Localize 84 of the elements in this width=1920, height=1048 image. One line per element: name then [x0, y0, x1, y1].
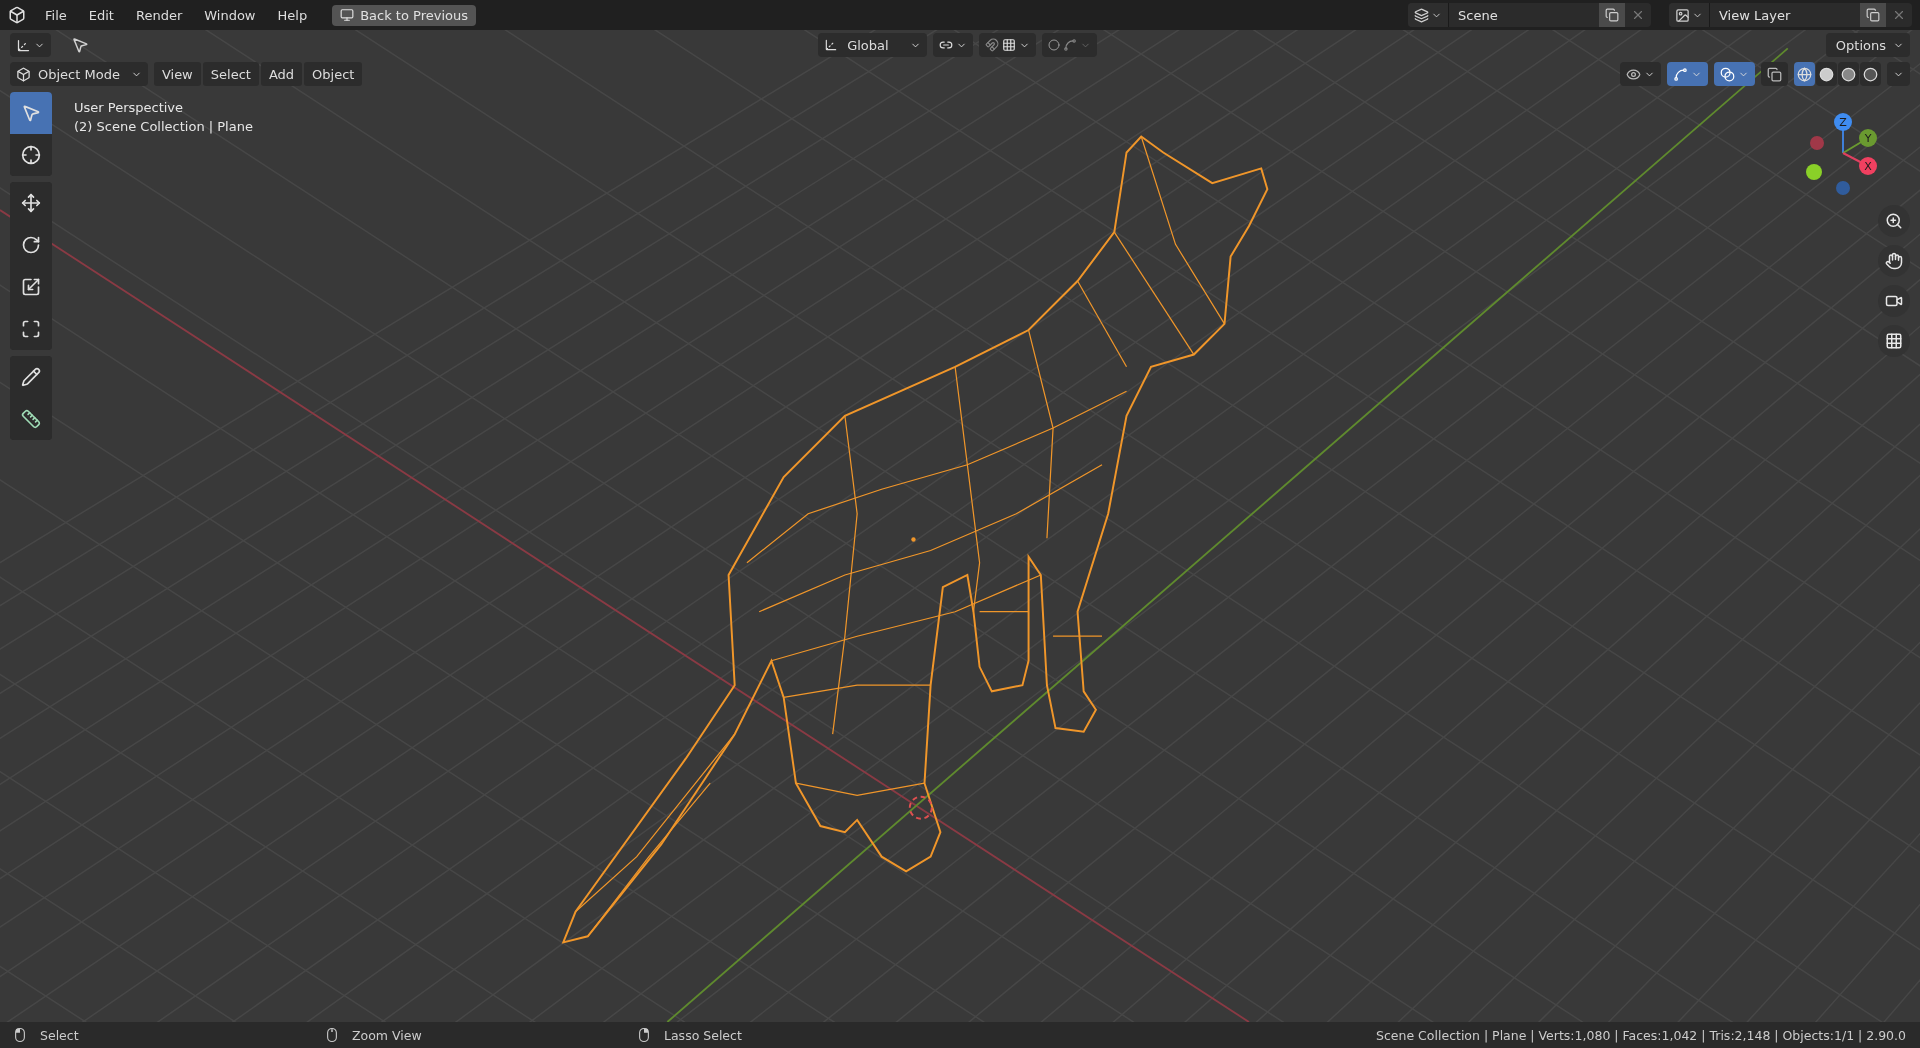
pan-button[interactable]: [1878, 245, 1910, 277]
transform-icon: [21, 319, 41, 339]
menu-item[interactable]: File: [36, 3, 76, 27]
hand-icon: [1885, 252, 1903, 270]
circle-icon: [1047, 39, 1060, 51]
magnet-icon: [984, 38, 999, 52]
menu-item[interactable]: Help: [268, 3, 317, 27]
sphere-icon: [1863, 66, 1878, 82]
image-icon[interactable]: [1675, 7, 1690, 23]
status-hint: Lasso Select: [664, 1027, 743, 1043]
mode-dropdown[interactable]: Object Mode: [10, 62, 148, 86]
axis-ball[interactable]: Z: [1834, 113, 1852, 131]
wireframe-shading-button[interactable]: [1794, 62, 1815, 86]
move-icon: [21, 193, 41, 213]
monitor-icon: [340, 8, 355, 22]
app-logo-icon[interactable]: [8, 6, 26, 24]
scene-name[interactable]: Scene: [1449, 7, 1599, 23]
header-menu-item[interactable]: Select: [202, 62, 259, 86]
scale-icon: [21, 277, 41, 297]
camera-button[interactable]: [1878, 285, 1910, 317]
status-hint: Select: [40, 1027, 80, 1043]
sphere-icon: [1819, 66, 1834, 82]
right-mouse-button-icon: [638, 1027, 650, 1043]
editor-type-button[interactable]: [10, 33, 51, 57]
visibility-toggle[interactable]: [1620, 62, 1661, 86]
viewport-info-text: User Perspective: [74, 100, 185, 115]
select-tool-icon: [21, 103, 41, 123]
grid-button[interactable]: [1878, 325, 1910, 357]
header-menu-item[interactable]: Add: [260, 62, 303, 86]
menu-item[interactable]: Edit: [79, 3, 123, 27]
header-menu-item[interactable]: View: [153, 62, 201, 86]
3d-cursor-icon[interactable]: [908, 795, 933, 820]
header-menu-item[interactable]: Object: [304, 62, 363, 86]
pencil-icon: [21, 367, 41, 387]
curve-icon: [1673, 66, 1688, 82]
sphere-icon: [1841, 66, 1856, 82]
close-icon[interactable]: [1631, 8, 1645, 22]
middle-mouse-button-icon: [326, 1027, 338, 1043]
curve-icon: [1062, 38, 1077, 52]
zoom-button[interactable]: [1878, 205, 1910, 237]
options-dropdown[interactable]: Options: [1825, 33, 1910, 57]
layers-icon[interactable]: [1414, 7, 1429, 23]
zoom-icon: [1885, 212, 1903, 230]
cube-icon: [16, 66, 31, 82]
xray-toggle[interactable]: [1761, 62, 1788, 86]
view-layer-name[interactable]: View Layer: [1710, 7, 1860, 23]
overlays-toggle[interactable]: [1714, 62, 1755, 86]
overlapping-circles-icon: [1720, 66, 1735, 82]
scene-statistics: Scene Collection | Plane | Verts:1,080 | Faces:1,042 | Tris:2,148 | Objects:1/1 | 2.90.0: [1376, 1027, 1906, 1043]
grid-icon: [1885, 332, 1903, 350]
select-tool-icon[interactable]: [71, 36, 89, 54]
crosshair-icon: [21, 145, 41, 165]
ruler-icon: [21, 409, 41, 429]
origin-dot: [911, 537, 916, 542]
squares-icon: [1767, 66, 1782, 82]
axis-ball[interactable]: [1806, 164, 1822, 180]
gizmos-toggle[interactable]: [1667, 62, 1708, 86]
axis-ball[interactable]: X: [1859, 157, 1877, 175]
axes-icon: [16, 37, 31, 53]
left-mouse-button-icon: [14, 1027, 26, 1043]
snap-toggle[interactable]: [978, 33, 1036, 57]
globe-icon: [1797, 66, 1812, 82]
viewport-info-text: (2) Scene Collection | Plane: [74, 119, 253, 134]
orientation-dropdown[interactable]: Global: [818, 33, 927, 57]
pivot-dropdown[interactable]: [932, 33, 973, 57]
link-icon: [938, 38, 953, 52]
menu-item[interactable]: Window: [195, 3, 265, 27]
close-icon[interactable]: [1892, 8, 1906, 22]
axis-ball[interactable]: Y: [1859, 129, 1877, 147]
axes-icon: [824, 38, 839, 52]
solid-shading-button[interactable]: [1816, 62, 1837, 86]
view-layer-selector[interactable]: View Layer: [1669, 3, 1912, 27]
eye-icon: [1626, 66, 1641, 82]
rotate-icon: [21, 235, 41, 255]
scene-selector[interactable]: Scene: [1408, 3, 1651, 27]
proportional-edit-toggle[interactable]: [1041, 33, 1097, 57]
duplicate-icon[interactable]: [1866, 8, 1880, 22]
material-shading-button[interactable]: [1838, 62, 1859, 86]
back-to-previous-button[interactable]: Back to Previous: [332, 4, 476, 26]
duplicate-icon[interactable]: [1605, 8, 1619, 22]
grid-icon: [1001, 38, 1016, 52]
menu-item[interactable]: Render: [126, 3, 192, 27]
rendered-shading-button[interactable]: [1860, 62, 1881, 86]
status-hint: Zoom View: [352, 1027, 423, 1043]
